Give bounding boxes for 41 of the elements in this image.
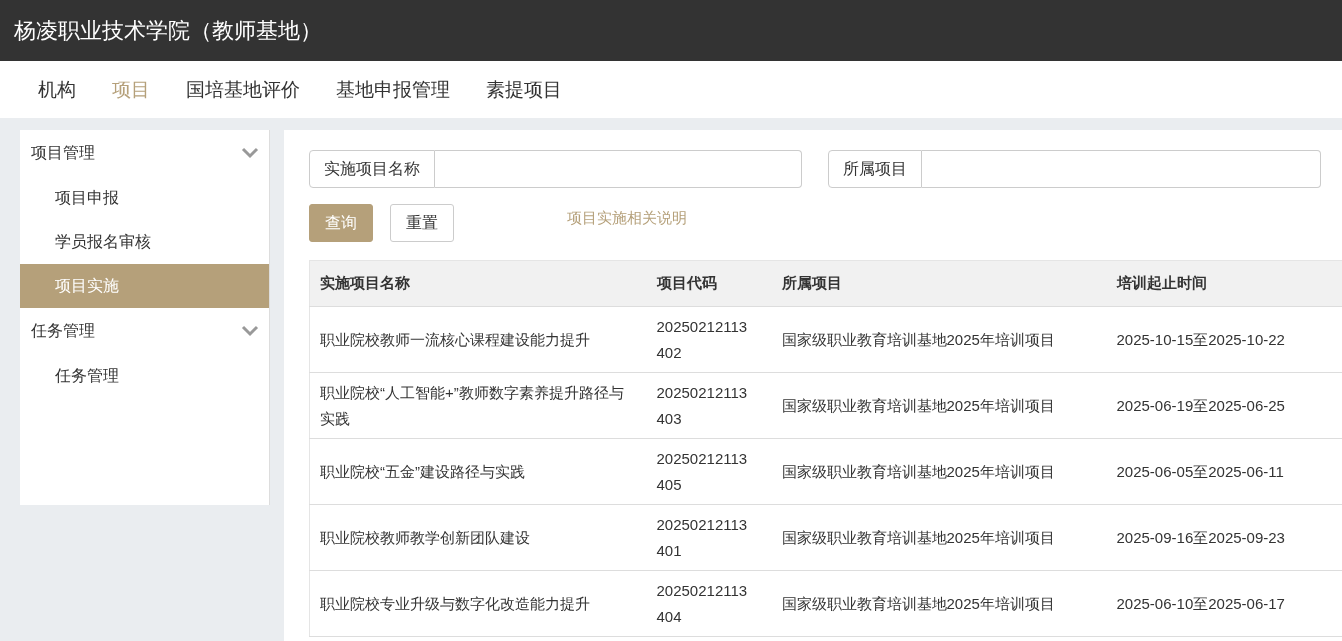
- table-cell: 20250212113402: [646, 306, 772, 373]
- nav-tab[interactable]: 素提项目: [468, 76, 580, 103]
- input-field[interactable]: [922, 150, 1321, 188]
- field-label: 所属项目: [828, 150, 922, 188]
- field-label: 实施项目名称: [309, 150, 435, 188]
- nav-tab[interactable]: 国培基地评价: [168, 76, 318, 103]
- table-cell: 2025-10-15至2025-10-22: [1106, 306, 1342, 373]
- sidebar-item[interactable]: 学员报名审核: [20, 220, 269, 264]
- column-header: 培训起止时间: [1106, 260, 1342, 307]
- nav-tab[interactable]: 机构: [20, 76, 94, 103]
- reset-button[interactable]: 重置: [390, 204, 454, 242]
- column-header: 项目代码: [646, 260, 772, 307]
- table-cell: 20250212113405: [646, 438, 772, 505]
- nav-tab[interactable]: 基地申报管理: [318, 76, 468, 103]
- table-cell: 职业院校教师一流核心课程建设能力提升: [309, 306, 647, 373]
- site-title: 杨凌职业技术学院（教师基地）: [14, 16, 322, 45]
- table-cell: 职业院校专业升级与数字化改造能力提升: [309, 570, 647, 637]
- table-cell: 国家级职业教育培训基地2025年培训项目: [771, 570, 1107, 637]
- table-cell: 职业院校“人工智能+”教师数字素养提升路径与实践: [309, 372, 647, 439]
- column-header: 所属项目: [771, 260, 1107, 307]
- menu-group-header[interactable]: 项目管理: [20, 130, 269, 176]
- table-cell: 国家级职业教育培训基地2025年培训项目: [771, 306, 1107, 373]
- table-cell: 2025-06-10至2025-06-17: [1106, 570, 1342, 637]
- table-cell: 20250212113401: [646, 504, 772, 571]
- chevron-icon: [241, 325, 259, 337]
- table-cell: 国家级职业教育培训基地2025年培训项目: [771, 504, 1107, 571]
- input-field[interactable]: [435, 150, 802, 188]
- column-header: 实施项目名称: [309, 260, 647, 307]
- sidebar-item[interactable]: 项目申报: [20, 176, 269, 220]
- table-cell: 20250212113404: [646, 570, 772, 637]
- table-cell: 职业院校教师教学创新团队建设: [309, 504, 647, 571]
- table-cell: 国家级职业教育培训基地2025年培训项目: [771, 438, 1107, 505]
- table-cell: 国家级职业教育培训基地2025年培训项目: [771, 372, 1107, 439]
- menu-group-header[interactable]: 任务管理: [20, 308, 269, 354]
- table-cell: 2025-06-05至2025-06-11: [1106, 438, 1342, 505]
- sidebar-item[interactable]: 任务管理: [20, 354, 269, 398]
- table-cell: 20250212113403: [646, 372, 772, 439]
- table-cell: 2025-06-19至2025-06-25: [1106, 372, 1342, 439]
- chevron-icon: [241, 147, 259, 159]
- table-cell: 职业院校“五金”建设路径与实践: [309, 438, 647, 505]
- table-cell: 2025-09-16至2025-09-23: [1106, 504, 1342, 571]
